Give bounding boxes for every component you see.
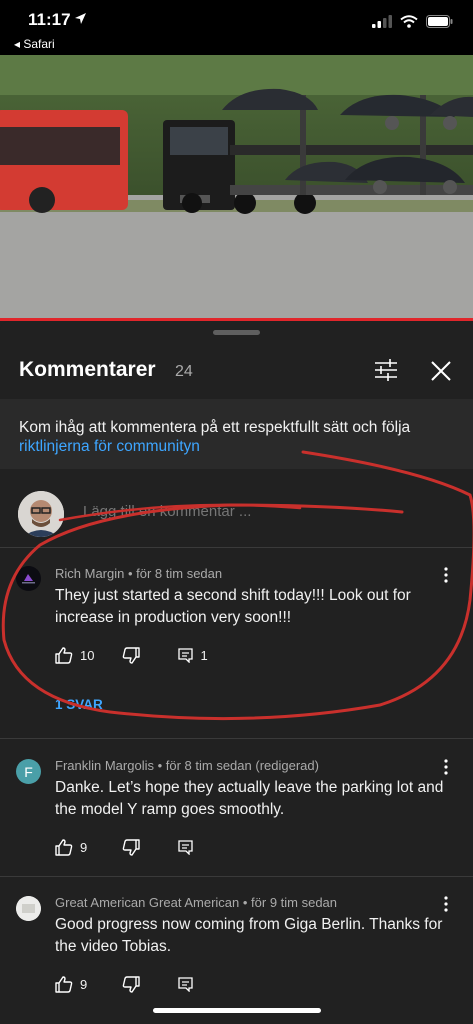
avatar[interactable] [16, 566, 41, 591]
comment-text: Good progress now coming from Giga Berli… [55, 916, 443, 955]
avatar[interactable]: F [16, 759, 41, 784]
user-avatar [18, 491, 64, 537]
comment-time: för 9 tim sedan [251, 895, 338, 910]
guideline-message: Kom ihåg att kommentera på ett respektfu… [19, 419, 411, 436]
reply-icon [178, 977, 193, 992]
thumb-up-icon [55, 839, 73, 856]
comment-actions: 9 [55, 839, 193, 856]
like-count: 10 [80, 648, 95, 663]
back-to-safari-link[interactable]: ◂ Safari [14, 37, 55, 51]
guideline-text: Kom ihåg att kommentera på ett respektfu… [19, 418, 459, 456]
more-vert-icon[interactable] [437, 566, 455, 584]
comment-author[interactable]: Franklin Margolis [55, 758, 154, 773]
thumb-up-icon [55, 976, 73, 993]
avatar-letter: F [24, 763, 33, 780]
comments-count: 24 [175, 363, 193, 380]
wifi-icon [400, 15, 418, 28]
reply-count: 1 [200, 648, 208, 663]
comments-title: Kommentarer [19, 358, 156, 381]
thumb-down-icon [122, 839, 140, 856]
close-icon[interactable] [430, 360, 452, 382]
comment-meta: Rich Margin • för 8 tim sedan [55, 566, 223, 581]
reply-button[interactable] [178, 977, 193, 992]
status-time: 11:17 [28, 10, 71, 29]
video-frame-image [0, 55, 473, 320]
status-bar: 11:17 ◂ Safari [0, 0, 473, 55]
community-guidelines-link[interactable]: riktlinjerna för communityn [19, 438, 200, 455]
location-arrow-icon [75, 13, 86, 24]
thumb-down-icon [122, 976, 140, 993]
thumb-down-icon [123, 647, 141, 664]
video-player[interactable] [0, 55, 473, 320]
comment-author[interactable]: Rich Margin [55, 566, 124, 581]
like-count: 9 [80, 840, 88, 855]
drag-handle[interactable] [213, 330, 260, 335]
more-vert-icon[interactable] [437, 895, 455, 913]
more-vert-icon[interactable] [437, 758, 455, 776]
comment-author[interactable]: Great American Great American [55, 895, 239, 910]
dislike-button[interactable] [122, 839, 140, 856]
signal-icon [372, 15, 392, 28]
comment-divider [0, 738, 473, 739]
home-indicator [153, 1008, 321, 1013]
reply-button[interactable]: 1 [178, 648, 208, 663]
dislike-button[interactable] [122, 976, 140, 993]
dislike-button[interactable] [122, 647, 141, 664]
comment-divider [0, 876, 473, 877]
comment-actions: 10 1 [55, 647, 208, 664]
view-replies-link[interactable]: 1 SVAR [55, 697, 103, 712]
filter-icon[interactable] [374, 359, 398, 381]
like-button[interactable]: 10 [55, 647, 94, 664]
like-button[interactable]: 9 [55, 839, 87, 856]
comment-time: för 8 tim sedan [136, 566, 223, 581]
add-comment-input[interactable] [83, 503, 443, 520]
like-button[interactable]: 9 [55, 976, 87, 993]
status-icons [372, 15, 453, 28]
like-count: 9 [80, 977, 88, 992]
battery-icon [426, 15, 453, 28]
comment-time: för 8 tim sedan (redigerad) [165, 758, 319, 773]
reply-button[interactable] [178, 840, 193, 855]
reply-icon [178, 840, 193, 855]
comment-text: They just started a second shift today!!… [55, 587, 411, 626]
avatar[interactable] [16, 896, 41, 921]
comment-meta: Franklin Margolis • för 8 tim sedan (red… [55, 758, 319, 773]
reply-icon [178, 648, 194, 663]
comment-text: Danke. Let’s hope they actually leave th… [55, 779, 444, 818]
comment-actions: 9 [55, 976, 193, 993]
comment-meta: Great American Great American • för 9 ti… [55, 895, 338, 910]
thumb-up-icon [55, 647, 73, 664]
